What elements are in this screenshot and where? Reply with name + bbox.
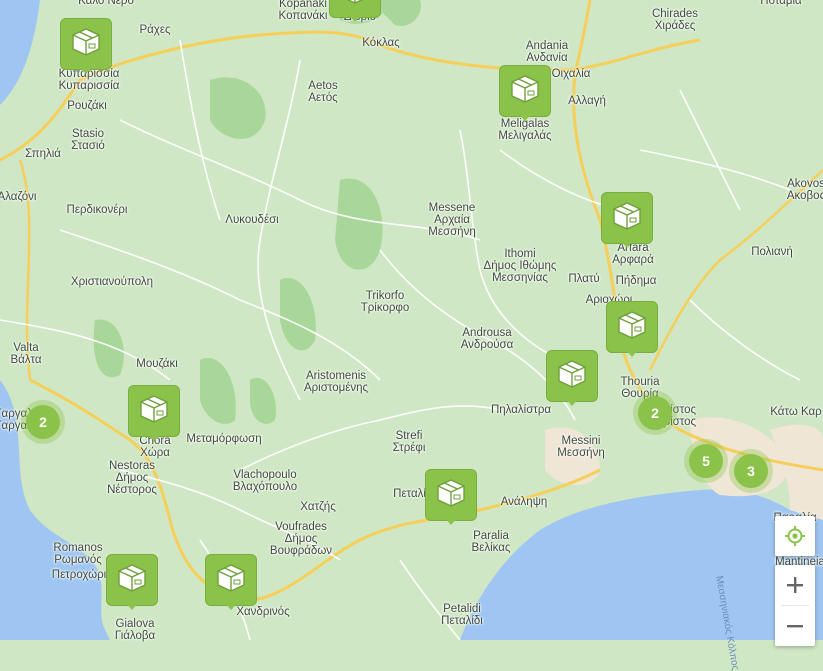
map-base (0, 0, 823, 640)
locate-button[interactable] (775, 516, 815, 556)
place-label: Meligalas Μελιγαλάς (498, 118, 552, 142)
place-label: Paralia Βελίκας (471, 530, 511, 554)
place-label: Petalidi Πεταλίδι (441, 603, 483, 627)
place-label: Gialova Γιάλοβα (114, 618, 156, 642)
place-label: Αλαζόνι (0, 191, 37, 203)
cluster-marker-aris[interactable]: 2 (633, 391, 677, 435)
package-icon (511, 75, 539, 103)
map-marker-messini[interactable] (546, 350, 598, 406)
map-marker-meligalas[interactable] (499, 65, 551, 121)
marker-tail (224, 602, 238, 610)
place-label: Πηλαλίστρα (490, 404, 552, 416)
plus-icon (787, 577, 803, 593)
place-label: Vlachopoulo Βλαχόπουλο (232, 469, 298, 493)
place-label: Πετροχώρι (51, 569, 107, 581)
marker-tail (348, 14, 362, 22)
zoom-out-button[interactable] (775, 606, 815, 646)
package-icon (618, 311, 646, 339)
marker-tail (79, 66, 93, 74)
map-marker-arfara[interactable] (601, 192, 653, 248)
cluster-count: 2 (26, 405, 60, 439)
place-label: Περδικονέρι (66, 204, 128, 216)
marker-tail (620, 240, 634, 248)
place-label: Strefi Στρέφι (392, 430, 426, 454)
place-label: Trikorfo Τρίκορφο (360, 290, 410, 314)
place-label: Voufrades Δήμος Βουφράδων (269, 521, 333, 557)
place-label: Valta Βάλτα (10, 342, 42, 366)
cluster-marker-kalamata-east[interactable]: 3 (729, 449, 773, 493)
place-label: Αλλαγή (568, 95, 606, 107)
locate-control (775, 516, 815, 556)
map-canvas[interactable]: Καλό ΝερόKopanaki ΚοπανάκιΔώριοChirades … (0, 0, 823, 671)
cluster-count: 5 (689, 444, 723, 478)
place-label: Androusa Ανδρούσα (460, 327, 514, 351)
map-marker-paralia-velikas[interactable] (425, 469, 477, 525)
map-marker-kyparissia[interactable] (60, 18, 112, 74)
place-label: Ποταμιά (760, 0, 802, 7)
place-label: Aetos Αετός (308, 80, 338, 104)
place-label: Σπηλιά (25, 148, 61, 160)
place-label: Messini Μεσσήνη (557, 435, 605, 459)
place-label: Romanos Ρωμανός (53, 542, 103, 566)
package-icon (217, 564, 245, 592)
cluster-marker-gargaliani[interactable]: 2 (21, 400, 65, 444)
place-label: Οιχαλία (551, 68, 591, 80)
map-marker-gialova[interactable] (106, 554, 158, 610)
place-label: Καλό Νερό (78, 0, 134, 7)
package-icon (346, 0, 364, 4)
place-label: Ρουζάκι (67, 100, 107, 112)
marker-tail (625, 349, 639, 357)
place-label: Λυκουδέσι (225, 214, 279, 226)
place-label: Aristomenis Αριστομένης (303, 370, 369, 394)
map-marker-chandrinos[interactable] (205, 554, 257, 610)
place-label: Κάτω Καρ (770, 406, 822, 418)
place-label: Μουζάκι (136, 358, 178, 370)
minus-icon (787, 625, 803, 628)
place-label: Nestoras Δήμος Νέστορος (107, 460, 157, 496)
package-icon (613, 202, 641, 230)
place-label: Ithomi Δήμος Ιθώμης Μεσσηνίας (483, 248, 557, 284)
place-label: Χατζής (300, 501, 336, 513)
place-label: Messene Αρχαία Μεσσήνη (428, 202, 476, 238)
place-label: Ανάληψη (500, 496, 548, 508)
locate-icon (785, 526, 805, 546)
place-label: Πλατύ (568, 273, 600, 285)
package-icon (140, 395, 168, 423)
place-label: Πολιανή (751, 246, 793, 258)
cluster-marker-kalamata-west[interactable]: 5 (684, 439, 728, 483)
cluster-count: 3 (734, 454, 768, 488)
place-label: Akovos Ακοβος (786, 178, 823, 202)
marker-tail (147, 433, 161, 441)
place-label: Chirades Χιράδες (651, 8, 699, 32)
place-label: Kopanaki Κοπανάκι (278, 0, 328, 22)
zoom-control (775, 565, 815, 646)
place-label: Ράχες (139, 24, 171, 36)
place-label: Μεταμόρφωση (186, 433, 262, 445)
place-label: Κόκλας (362, 37, 400, 49)
place-label: Stasio Στασιό (71, 128, 105, 152)
map-marker-thouria[interactable] (606, 301, 658, 357)
zoom-in-button[interactable] (775, 565, 815, 605)
marker-tail (125, 602, 139, 610)
package-icon (72, 28, 100, 56)
package-icon (437, 479, 465, 507)
cluster-count: 2 (638, 396, 672, 430)
marker-tail (565, 398, 579, 406)
package-icon (558, 360, 586, 388)
place-label: Χριστιανούπολη (70, 276, 154, 288)
map-marker-top-doorio[interactable] (329, 0, 381, 22)
package-icon (118, 564, 146, 592)
place-label: Χανδρινός (236, 606, 290, 618)
place-label: Πήδημα (615, 275, 657, 287)
map-marker-chora[interactable] (128, 385, 180, 441)
place-label: Andania Ανδανία (525, 40, 569, 64)
marker-tail (444, 517, 458, 525)
marker-tail (518, 113, 532, 121)
